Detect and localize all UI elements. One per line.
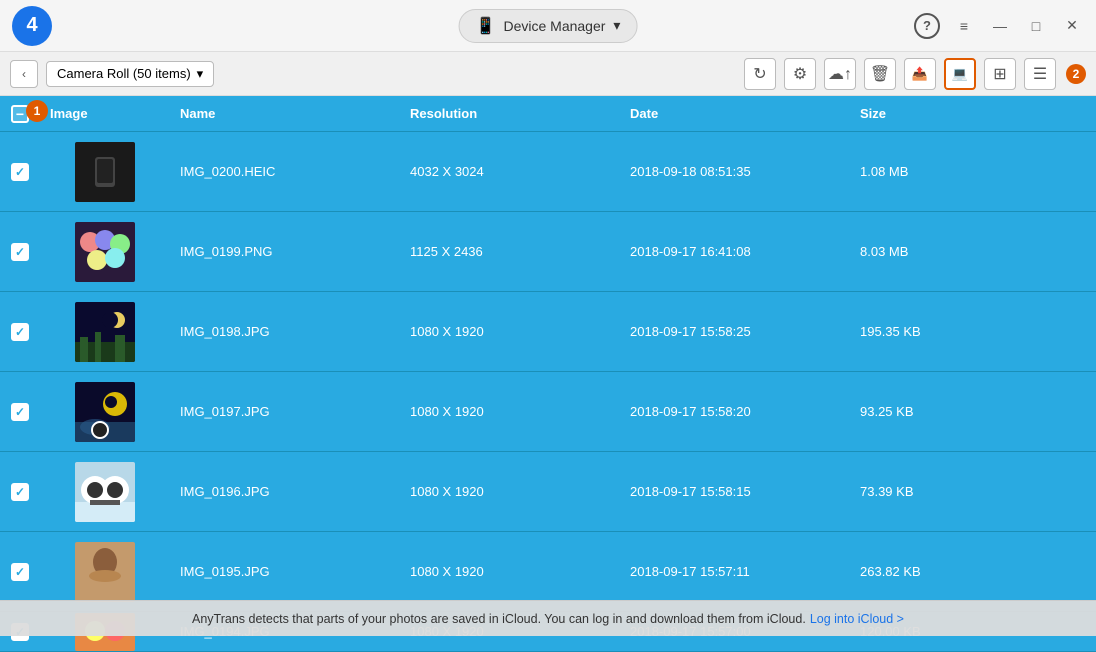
close-button[interactable]: ✕ (1060, 14, 1084, 38)
thumbnail (75, 142, 135, 202)
gear-icon: ⚙ (793, 64, 807, 84)
row-checkbox-col (0, 403, 40, 421)
app-logo[interactable]: 4 (12, 6, 52, 46)
row-name: IMG_0198.JPG (170, 324, 400, 339)
folder-selector[interactable]: Camera Roll (50 items) ▾ (46, 61, 214, 87)
header-check-col (0, 105, 40, 123)
device-manager-label: Device Manager (503, 18, 605, 34)
row-date: 2018-09-17 16:41:08 (620, 244, 850, 259)
header-resolution: Resolution (400, 106, 620, 121)
row-size: 1.08 MB (850, 164, 1096, 179)
row-image-col (40, 302, 170, 362)
save-icon: 💻 (952, 66, 968, 82)
row-date: 2018-09-18 08:51:35 (620, 164, 850, 179)
row-date: 2018-09-17 15:58:15 (620, 484, 850, 499)
row-name: IMG_0199.PNG (170, 244, 400, 259)
row-name: IMG_0196.JPG (170, 484, 400, 499)
table-row[interactable]: IMG_0198.JPG 1080 X 1920 2018-09-17 15:5… (0, 292, 1096, 372)
table-row[interactable]: IMG_0196.JPG 1080 X 1920 2018-09-17 15:5… (0, 452, 1096, 532)
header-image: Image (40, 106, 170, 121)
back-button[interactable]: ‹ (10, 60, 38, 88)
grid-icon: ⊞ (993, 64, 1006, 84)
row-resolution: 1080 X 1920 (400, 404, 620, 419)
row-image-col (40, 382, 170, 442)
thumbnail (75, 542, 135, 602)
row-size: 93.25 KB (850, 404, 1096, 419)
select-all-checkbox[interactable] (11, 105, 29, 123)
row-checkbox[interactable] (11, 163, 29, 181)
table-row[interactable]: IMG_0199.PNG 1125 X 2436 2018-09-17 16:4… (0, 212, 1096, 292)
grid-view-button[interactable]: ⊞ (984, 58, 1016, 90)
thumbnail (75, 302, 135, 362)
row-date: 2018-09-17 15:58:25 (620, 324, 850, 339)
folder-dropdown-arrow-icon: ▾ (197, 66, 204, 82)
settings-button[interactable]: ⚙ (784, 58, 816, 90)
row-resolution: 1080 X 1920 (400, 484, 620, 499)
header-date: Date (620, 106, 850, 121)
row-image-col (40, 542, 170, 602)
dropdown-arrow-icon: ▾ (613, 17, 620, 34)
row-name: IMG_0200.HEIC (170, 164, 400, 179)
row-checkbox[interactable] (11, 483, 29, 501)
list-view-button[interactable]: ☰ (1024, 58, 1056, 90)
export-icon: 📤 (912, 66, 928, 82)
table-row[interactable]: IMG_0200.HEIC 4032 X 3024 2018-09-18 08:… (0, 132, 1096, 212)
header-size: Size (850, 106, 1096, 121)
trash-icon: 🗑 (870, 64, 890, 84)
row-image-col (40, 222, 170, 282)
row-resolution: 1080 X 1920 (400, 564, 620, 579)
help-button[interactable]: ? (914, 13, 940, 39)
refresh-icon: ↻ (753, 64, 766, 84)
row-checkbox[interactable] (11, 563, 29, 581)
delete-button[interactable]: 🗑 (864, 58, 896, 90)
icloud-login-link[interactable]: Log into iCloud > (810, 612, 904, 626)
row-name: IMG_0195.JPG (170, 564, 400, 579)
header-name: Name (170, 106, 400, 121)
titlebar: 4 📱 Device Manager ▾ ? ≡ — □ ✕ (0, 0, 1096, 52)
refresh-button[interactable]: ↻ (744, 58, 776, 90)
row-checkbox-col (0, 323, 40, 341)
device-manager-button[interactable]: 📱 Device Manager ▾ (459, 9, 638, 43)
window-controls: ? ≡ — □ ✕ (914, 13, 1084, 39)
folder-label: Camera Roll (50 items) (57, 66, 191, 81)
thumbnail (75, 382, 135, 442)
upload-icon: ☁↑ (828, 64, 852, 84)
restore-button[interactable]: □ (1024, 14, 1048, 38)
row-resolution: 4032 X 3024 (400, 164, 620, 179)
toolbar: ‹ Camera Roll (50 items) ▾ ↻ ⚙ ☁↑ 🗑 📤 💻 … (0, 52, 1096, 96)
list-icon: ☰ (1033, 64, 1047, 84)
table-body: IMG_0200.HEIC 4032 X 3024 2018-09-18 08:… (0, 132, 1096, 652)
export-button[interactable]: 📤 (904, 58, 936, 90)
row-checkbox[interactable] (11, 243, 29, 261)
table-row[interactable]: IMG_0197.JPG 1080 X 1920 2018-09-17 15:5… (0, 372, 1096, 452)
row-size: 8.03 MB (850, 244, 1096, 259)
table-header: Image Name Resolution Date Size (0, 96, 1096, 132)
notification-text: AnyTrans detects that parts of your phot… (192, 612, 806, 626)
row-date: 2018-09-17 15:58:20 (620, 404, 850, 419)
row-checkbox-col (0, 243, 40, 261)
row-checkbox-col (0, 163, 40, 181)
save-to-pc-button[interactable]: 💻 (944, 58, 976, 90)
step2-badge: 2 (1066, 64, 1086, 84)
thumbnail (75, 222, 135, 282)
menu-button[interactable]: ≡ (952, 14, 976, 38)
row-resolution: 1125 X 2436 (400, 244, 620, 259)
row-checkbox-col (0, 483, 40, 501)
row-size: 195.35 KB (850, 324, 1096, 339)
upload-button[interactable]: ☁↑ (824, 58, 856, 90)
row-size: 73.39 KB (850, 484, 1096, 499)
row-date: 2018-09-17 15:57:11 (620, 564, 850, 579)
phone-icon: 📱 (476, 16, 496, 36)
row-checkbox-col (0, 563, 40, 581)
row-checkbox[interactable] (11, 403, 29, 421)
row-checkbox[interactable] (11, 323, 29, 341)
row-resolution: 1080 X 1920 (400, 324, 620, 339)
thumbnail (75, 462, 135, 522)
row-image-col (40, 142, 170, 202)
notification-bar: AnyTrans detects that parts of your phot… (0, 600, 1096, 636)
minimize-button[interactable]: — (988, 14, 1012, 38)
row-name: IMG_0197.JPG (170, 404, 400, 419)
row-size: 263.82 KB (850, 564, 1096, 579)
row-image-col (40, 462, 170, 522)
